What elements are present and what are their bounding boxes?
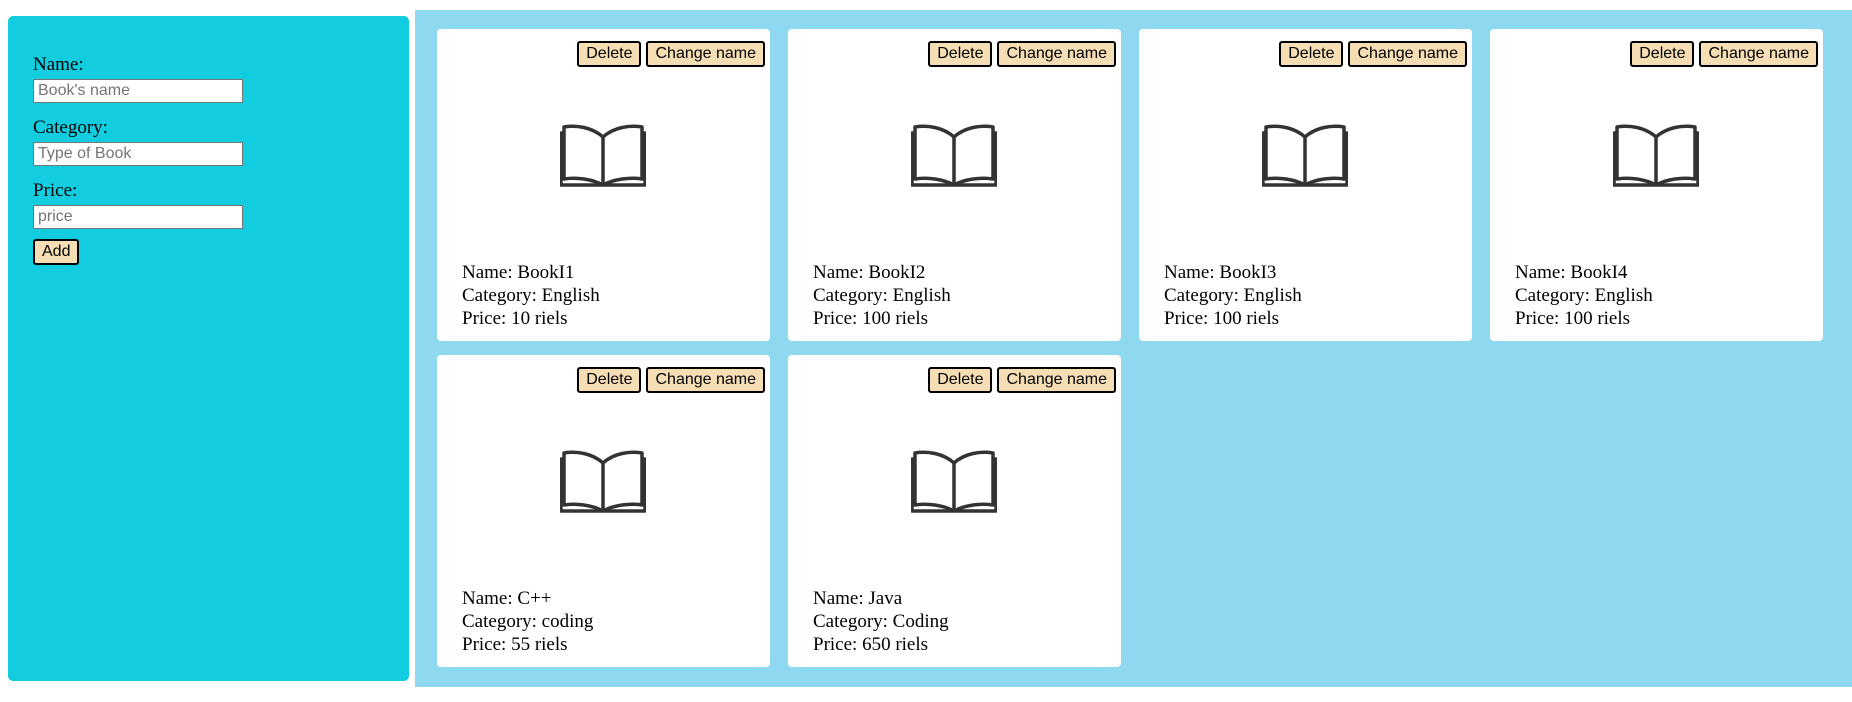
book-info: Name: BookI3 Category: English Price: 10… [1164, 261, 1302, 330]
book-category: Category: English [1164, 285, 1302, 306]
book-grid: Delete Change name Name: BookI1 Category… [415, 10, 1852, 687]
book-card: Delete Change name Name: BookI1 Category… [437, 29, 770, 341]
name-label: Name: [33, 54, 84, 75]
book-name: Name: BookI2 [813, 262, 926, 283]
open-book-icon [911, 450, 997, 513]
delete-button[interactable]: Delete [577, 41, 642, 67]
open-book-icon [1613, 124, 1699, 187]
card-actions: Delete Change name [577, 41, 765, 67]
book-price: Price: 100 riels [1515, 308, 1631, 329]
book-category: Category: English [1515, 285, 1653, 306]
delete-button[interactable]: Delete [1630, 41, 1695, 67]
book-card: Delete Change name Name: BookI3 Category… [1139, 29, 1472, 341]
price-label: Price: [33, 180, 78, 201]
change-name-button[interactable]: Change name [997, 367, 1116, 393]
book-card: Delete Change name Name: BookI2 Category… [788, 29, 1121, 341]
book-info: Name: BookI1 Category: English Price: 10… [462, 261, 600, 330]
delete-button[interactable]: Delete [928, 41, 993, 67]
card-actions: Delete Change name [1630, 41, 1818, 67]
card-actions: Delete Change name [577, 367, 765, 393]
book-price: Price: 100 riels [813, 308, 929, 329]
change-name-button[interactable]: Change name [646, 367, 765, 393]
add-book-form: Name: Category: Price: Add [8, 16, 409, 681]
book-info: Name: BookI2 Category: English Price: 10… [813, 261, 951, 330]
book-info: Name: C++ Category: coding Price: 55 rie… [462, 587, 593, 656]
change-name-button[interactable]: Change name [646, 41, 765, 67]
book-price-input[interactable] [33, 205, 243, 229]
card-actions: Delete Change name [928, 41, 1116, 67]
book-category: Category: English [813, 285, 951, 306]
book-info: Name: Java Category: Coding Price: 650 r… [813, 587, 949, 656]
change-name-button[interactable]: Change name [1348, 41, 1467, 67]
book-name: Name: BookI3 [1164, 262, 1277, 283]
book-card: Delete Change name Name: BookI4 Category… [1490, 29, 1823, 341]
book-price: Price: 10 riels [462, 308, 568, 329]
add-button[interactable]: Add [33, 239, 80, 265]
book-price: Price: 100 riels [1164, 308, 1280, 329]
book-category: Category: Coding [813, 611, 949, 632]
book-category: Category: coding [462, 611, 594, 632]
book-category: Category: English [462, 285, 600, 306]
delete-button[interactable]: Delete [577, 367, 642, 393]
open-book-icon [560, 124, 646, 187]
change-name-button[interactable]: Change name [997, 41, 1116, 67]
delete-button[interactable]: Delete [928, 367, 993, 393]
change-name-button[interactable]: Change name [1699, 41, 1818, 67]
book-price: Price: 55 riels [462, 634, 568, 655]
open-book-icon [1262, 124, 1348, 187]
book-name: Name: Java [813, 588, 903, 609]
book-card: Delete Change name Name: C++ Category: c… [437, 355, 770, 667]
book-info: Name: BookI4 Category: English Price: 10… [1515, 261, 1653, 330]
card-actions: Delete Change name [1279, 41, 1467, 67]
book-name: Name: C++ [462, 588, 552, 609]
book-name: Name: BookI4 [1515, 262, 1628, 283]
book-card: Delete Change name Name: Java Category: … [788, 355, 1121, 667]
book-price: Price: 650 riels [813, 634, 929, 655]
book-category-input[interactable] [33, 142, 243, 166]
card-actions: Delete Change name [928, 367, 1116, 393]
open-book-icon [911, 124, 997, 187]
delete-button[interactable]: Delete [1279, 41, 1344, 67]
book-name-input[interactable] [33, 79, 243, 103]
book-name: Name: BookI1 [462, 262, 575, 283]
open-book-icon [560, 450, 646, 513]
category-label: Category: [33, 117, 108, 138]
